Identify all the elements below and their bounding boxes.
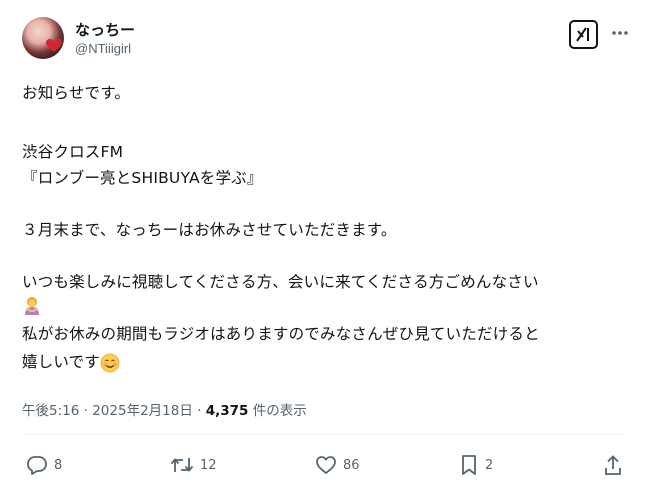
more-dots-icon[interactable]: [609, 22, 631, 44]
reply-icon: [27, 456, 47, 475]
post-text-line: お知らせです。: [22, 84, 131, 102]
bookmark-count: 2: [485, 457, 494, 473]
smiling-face-emoji: [100, 353, 120, 372]
repost-count: 12: [200, 457, 217, 473]
reply-button[interactable]: 8: [26, 455, 62, 475]
post-text-segment: 嬉しいです: [22, 353, 101, 371]
share-icon: [605, 455, 621, 475]
post-text-line: ３月末まで、なっちーはお休みさせていただきます。: [22, 221, 397, 239]
view-count: 4,375: [205, 403, 249, 419]
grok-icon[interactable]: [569, 20, 598, 49]
like-count: 86: [343, 457, 360, 473]
bookmark-icon: [462, 455, 476, 475]
divider: [22, 434, 624, 435]
bookmark-button[interactable]: 2: [459, 455, 493, 475]
post-time[interactable]: 午後5:16: [22, 403, 79, 419]
author-display-name[interactable]: なっちー: [75, 19, 135, 40]
post-text-line: 『ロンブー亮とSHIBUYAを学ぶ』: [22, 169, 263, 187]
post-text-line: 私がお休みの期間もラジオはありますのでみなさんぜひ見ていただけると: [22, 325, 540, 343]
post-text-line-last: 嬉しいです: [22, 350, 120, 373]
post-text-line: 渋谷クロスFM: [22, 143, 124, 161]
share-button[interactable]: [603, 455, 623, 475]
repost-icon: [170, 458, 194, 472]
post-date[interactable]: 2025年2月18日: [92, 403, 193, 419]
view-count-label: 件の表示: [252, 403, 307, 419]
like-icon: [316, 456, 336, 474]
meta-separator: ·: [197, 403, 202, 419]
like-button[interactable]: 86: [315, 455, 360, 475]
meta-separator: ·: [83, 403, 88, 419]
post-text-line: いつも楽しみに視聴してくださる方、会いに来てくださる方ごめんなさい: [22, 273, 539, 291]
post-meta: 午後5:16 · 2025年2月18日 · 4,375 件の表示: [22, 399, 307, 419]
reply-count: 8: [54, 457, 63, 473]
post-card: なっちー @NTiiigirl お知らせです。 渋谷クロスFM 『ロンブー亮とS…: [0, 0, 645, 488]
author-handle[interactable]: @NTiiigirl: [75, 41, 131, 56]
repost-button[interactable]: 12: [170, 455, 217, 475]
avatar[interactable]: [22, 17, 64, 59]
bowing-person-emoji: [22, 296, 42, 316]
heart-decoration: [46, 39, 62, 52]
